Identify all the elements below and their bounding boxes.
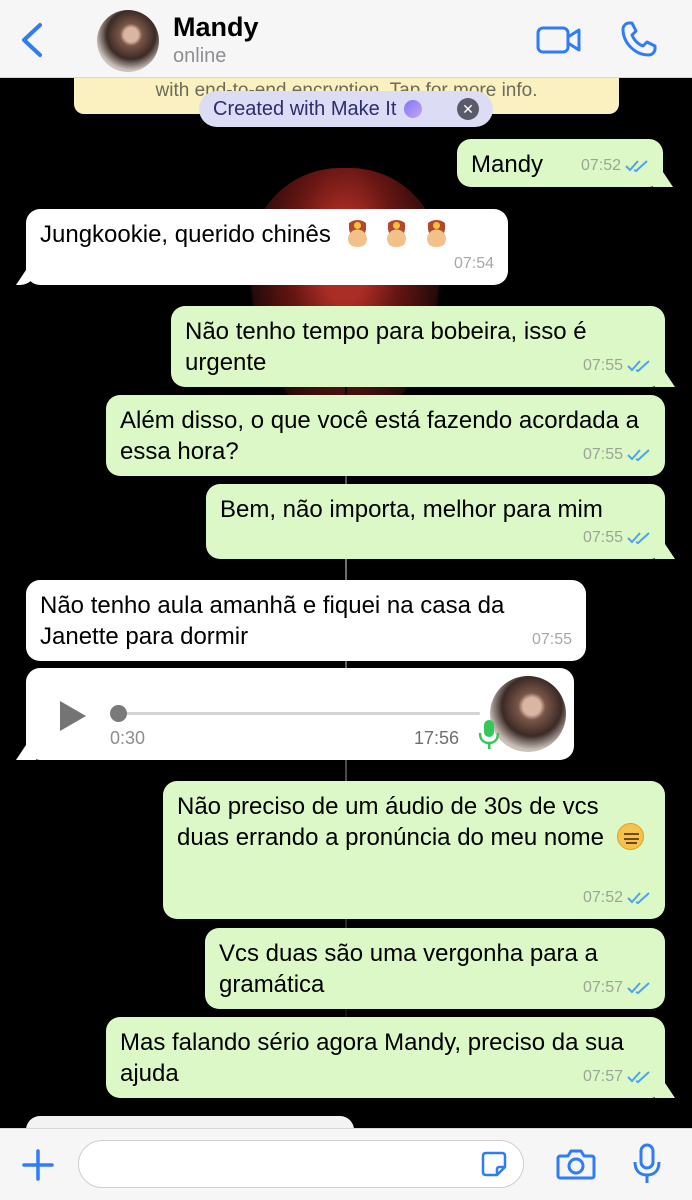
camera-icon[interactable]	[556, 1147, 596, 1181]
message-time: 07:52	[582, 889, 623, 906]
contact-status: online	[173, 45, 227, 67]
message-time: 07:55	[582, 529, 623, 546]
outgoing-message[interactable]: Não preciso de um áudio de 30s de vcs du…	[163, 781, 665, 919]
outgoing-message[interactable]: Mas falando sério agora Mandy, preciso d…	[106, 1017, 665, 1098]
voice-progress-track[interactable]	[118, 712, 480, 715]
message-time: 07:54	[453, 255, 494, 272]
voice-duration: 0:30	[110, 728, 146, 748]
guard-emoji-icon	[343, 220, 371, 247]
contact-name[interactable]: Mandy	[173, 12, 259, 43]
message-meta: 07:55	[583, 439, 651, 470]
back-chevron-icon[interactable]	[16, 20, 50, 60]
video-call-icon[interactable]	[536, 24, 582, 56]
message-meta: 07:55	[583, 522, 651, 553]
outgoing-message[interactable]: Mandy 07:52	[457, 139, 663, 187]
voice-message[interactable]: 0:30 17:56	[26, 668, 574, 760]
message-meta: 07:55	[532, 624, 572, 655]
outgoing-message[interactable]: Bem, não importa, melhor para mim 07:55	[206, 484, 665, 559]
message-meta: 07:55	[583, 350, 651, 381]
read-ticks-icon	[625, 159, 648, 172]
read-ticks-icon	[627, 448, 650, 461]
message-time: 07:57	[582, 1068, 623, 1085]
outgoing-message[interactable]: Vcs duas são uma vergonha para a gramáti…	[205, 928, 665, 1009]
message-text: Bem, não importa, melhor para mim	[220, 496, 603, 523]
read-ticks-icon	[627, 359, 650, 372]
message-text: Não preciso de um áudio de 30s de vcs du…	[177, 793, 604, 851]
close-icon[interactable]: ✕	[457, 98, 479, 120]
sticker-icon[interactable]	[480, 1150, 508, 1178]
message-time: 07:55	[531, 631, 572, 648]
message-text: Além disso, o que você está fazendo acor…	[120, 407, 639, 465]
play-icon[interactable]	[60, 701, 86, 731]
message-time: 17:56	[414, 728, 460, 748]
sparkle-icon	[404, 100, 423, 118]
incoming-message[interactable]: Não tenho aula amanhã e fiquei na casa d…	[26, 580, 586, 661]
message-text: Não tenho tempo para bobeira, isso é urg…	[185, 318, 587, 376]
incoming-message[interactable]: Jungkookie, querido chinês 07:54	[26, 209, 508, 285]
message-text: Jungkookie, querido chinês	[40, 221, 331, 248]
message-input[interactable]	[78, 1140, 524, 1188]
guard-emoji-icon	[383, 220, 411, 247]
message-text: Mandy	[471, 151, 544, 178]
sender-avatar	[490, 676, 566, 752]
message-meta: 07:54	[454, 248, 494, 279]
message-meta: 07:52	[581, 150, 649, 181]
voice-progress-knob[interactable]	[110, 705, 127, 722]
message-text: Não tenho aula amanhã e fiquei na casa d…	[40, 592, 505, 650]
read-ticks-icon	[627, 531, 650, 544]
phone-call-icon[interactable]	[620, 20, 658, 58]
outgoing-message[interactable]: Além disso, o que você está fazendo acor…	[106, 395, 665, 476]
message-meta: 07:57	[583, 972, 651, 1003]
contact-avatar[interactable]	[97, 10, 159, 72]
message-meta: 07:52	[583, 882, 651, 913]
message-meta: 07:57	[583, 1061, 651, 1092]
composer-bar	[0, 1128, 692, 1200]
message-time: 07:52	[580, 157, 621, 174]
message-time: 07:55	[582, 357, 623, 374]
message-time: 07:55	[582, 446, 623, 463]
chat-header: Mandy online	[0, 0, 692, 78]
message-time: 07:57	[582, 979, 623, 996]
message-text: Mas falando sério agora Mandy, preciso d…	[120, 1029, 624, 1087]
read-ticks-icon	[627, 891, 650, 904]
guard-emoji-icon	[422, 220, 450, 247]
outgoing-message[interactable]: Não tenho tempo para bobeira, isso é urg…	[171, 306, 665, 387]
plus-icon[interactable]	[20, 1147, 56, 1183]
read-ticks-icon	[627, 981, 650, 994]
message-text: Vcs duas são uma vergonha para a gramáti…	[219, 940, 598, 998]
makeit-watermark: Created with Make It ✕	[199, 91, 493, 127]
expressionless-emoji-icon	[616, 823, 644, 850]
microphone-icon[interactable]	[632, 1143, 662, 1185]
read-ticks-icon	[627, 1070, 650, 1083]
microphone-icon	[478, 720, 500, 749]
